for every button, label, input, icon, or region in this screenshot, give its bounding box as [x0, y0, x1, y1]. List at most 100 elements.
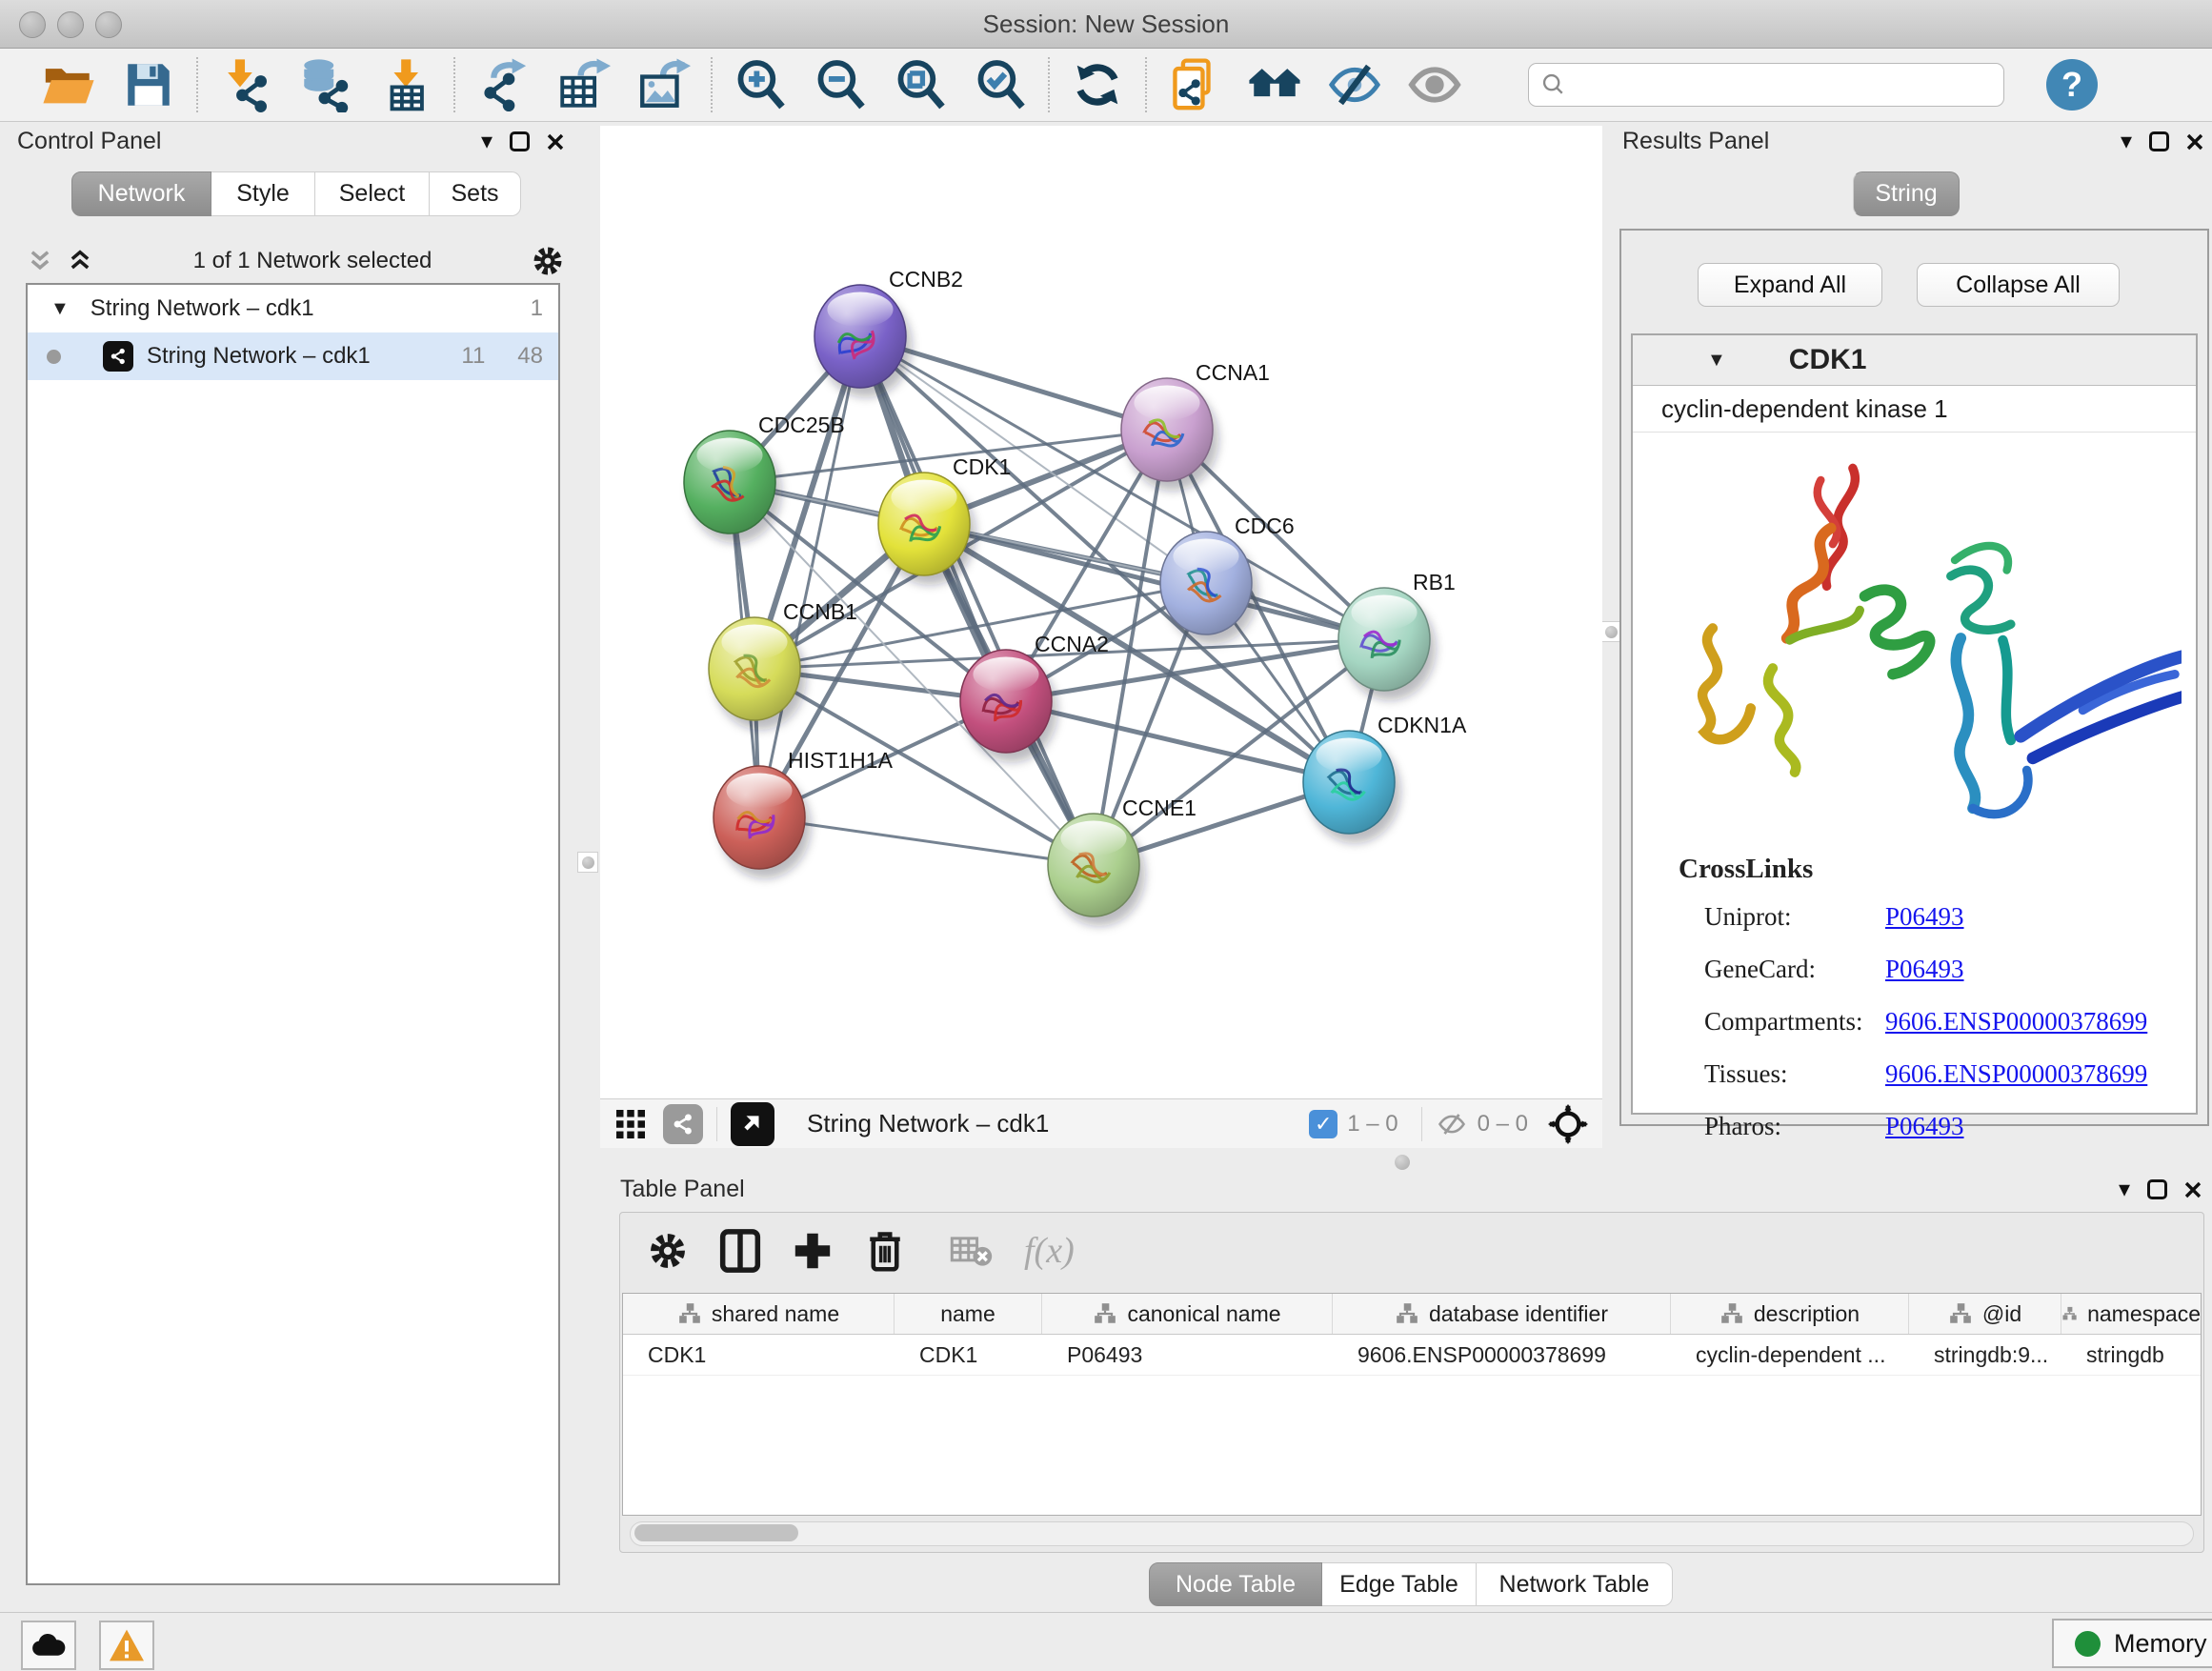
float-panel-icon[interactable]: [2149, 131, 2169, 151]
import-network-file-button[interactable]: [206, 53, 286, 116]
collection-expand-icon[interactable]: ▼: [50, 298, 70, 320]
warnings-button[interactable]: [99, 1621, 154, 1670]
column-header-database-identifier[interactable]: database identifier: [1333, 1294, 1671, 1334]
horizontal-scrollbar[interactable]: [630, 1521, 2194, 1546]
tab-network-table[interactable]: Network Table: [1477, 1562, 1673, 1606]
panel-menu-icon[interactable]: ▾: [481, 131, 493, 153]
selected-checkbox[interactable]: ✓: [1309, 1110, 1337, 1138]
expand-all-button[interactable]: Expand All: [1698, 263, 1882, 307]
node-ccna1[interactable]: [1121, 378, 1218, 491]
node-cdkn1a[interactable]: [1303, 731, 1400, 843]
panel-menu-icon[interactable]: ▾: [2119, 1178, 2130, 1201]
open-session-button[interactable]: [29, 53, 109, 116]
delete-table-button[interactable]: [940, 1220, 1001, 1281]
clone-network-button[interactable]: [1155, 53, 1235, 116]
tab-network[interactable]: Network: [71, 171, 211, 216]
search-input[interactable]: [1567, 70, 2003, 99]
crosslink-value[interactable]: P06493: [1885, 955, 1964, 984]
network-collection-row[interactable]: ▼ String Network – cdk1 1: [28, 285, 558, 332]
cloud-status-button[interactable]: [21, 1621, 76, 1670]
column-header-id[interactable]: @id: [1909, 1294, 2061, 1334]
column-header-name[interactable]: name: [895, 1294, 1042, 1334]
close-panel-icon[interactable]: [547, 133, 564, 151]
function-builder-button[interactable]: f(x): [1024, 1230, 1075, 1272]
birds-eye-view-button[interactable]: [731, 1102, 774, 1146]
column-header-canonical-name[interactable]: canonical name: [1042, 1294, 1333, 1334]
tab-sets[interactable]: Sets: [430, 171, 521, 216]
zoom-out-button[interactable]: [800, 53, 880, 116]
table-row[interactable]: CDK1 CDK1 P06493 9606.ENSP00000378699 cy…: [623, 1335, 2201, 1376]
export-table-button[interactable]: [543, 53, 623, 116]
node-cdc25b[interactable]: [684, 431, 781, 543]
close-panel-icon[interactable]: [2186, 133, 2203, 151]
cell-description[interactable]: cyclin-dependent ...: [1671, 1335, 1909, 1375]
edge[interactable]: [860, 336, 1094, 865]
node-rb1[interactable]: [1338, 588, 1436, 700]
network-options-gear-icon[interactable]: [532, 245, 564, 277]
export-network-button[interactable]: [463, 53, 543, 116]
node-hist1h1a[interactable]: [714, 766, 811, 878]
import-network-database-button[interactable]: [286, 53, 366, 116]
network-canvas[interactable]: CCNB2CCNA1CDC25BCDK1CDC6RB1CCNB1CCNA2CDK…: [600, 126, 1602, 1098]
column-header-shared-name[interactable]: shared name: [623, 1294, 895, 1334]
crosslink-value[interactable]: P06493: [1885, 902, 1964, 932]
node-cdc6[interactable]: [1160, 532, 1257, 644]
save-session-button[interactable]: [109, 53, 189, 116]
fit-selected-crosshair-icon[interactable]: [1547, 1103, 1589, 1145]
edge[interactable]: [924, 524, 1384, 639]
hide-selected-button[interactable]: [1315, 53, 1395, 116]
node-ccne1[interactable]: [1048, 814, 1145, 926]
node-ccna2[interactable]: [960, 650, 1057, 762]
tab-edge-table[interactable]: Edge Table: [1322, 1562, 1477, 1606]
memory-button[interactable]: Memory: [2052, 1619, 2212, 1668]
section-collapse-icon[interactable]: ▼: [1707, 350, 1726, 372]
zoom-selected-button[interactable]: [960, 53, 1040, 116]
export-image-button[interactable]: [623, 53, 703, 116]
left-splitter-handle[interactable]: [577, 852, 598, 873]
show-columns-button[interactable]: [710, 1220, 771, 1281]
node-ccnb2[interactable]: [814, 285, 912, 397]
float-panel-icon[interactable]: [510, 131, 530, 151]
tab-node-table[interactable]: Node Table: [1149, 1562, 1322, 1606]
tab-string[interactable]: String: [1853, 171, 1960, 216]
tab-select[interactable]: Select: [315, 171, 430, 216]
crosslink-value[interactable]: P06493: [1885, 1112, 1964, 1141]
table-settings-button[interactable]: [637, 1220, 698, 1281]
column-header-namespace[interactable]: namespace: [2061, 1294, 2201, 1334]
network-graph[interactable]: CCNB2CCNA1CDC25BCDK1CDC6RB1CCNB1CCNA2CDK…: [600, 126, 1602, 1098]
zoom-in-button[interactable]: [720, 53, 800, 116]
expand-all-chevron-icon[interactable]: [67, 249, 93, 273]
close-panel-icon[interactable]: [2184, 1181, 2202, 1198]
cell-name[interactable]: CDK1: [895, 1335, 1042, 1375]
crosslink-value[interactable]: 9606.ENSP00000378699: [1885, 1059, 2147, 1089]
collapse-all-chevron-icon[interactable]: [27, 249, 53, 273]
tab-style[interactable]: Style: [211, 171, 315, 216]
first-neighbors-button[interactable]: [1235, 53, 1315, 116]
bottom-splitter-handle[interactable]: [1395, 1155, 1410, 1170]
cell-canonical-name[interactable]: P06493: [1042, 1335, 1333, 1375]
network-row[interactable]: String Network – cdk1 11 48: [28, 332, 558, 380]
cdk1-section-header[interactable]: ▼ CDK1: [1633, 335, 2196, 386]
show-all-button[interactable]: [1395, 53, 1475, 116]
collapse-all-button[interactable]: Collapse All: [1917, 263, 2120, 307]
create-column-button[interactable]: [782, 1220, 843, 1281]
node-cdk1[interactable]: [878, 473, 975, 585]
float-panel-icon[interactable]: [2147, 1179, 2167, 1199]
crosslink-value[interactable]: 9606.ENSP00000378699: [1885, 1007, 2147, 1037]
edge[interactable]: [1006, 701, 1349, 782]
help-button[interactable]: ?: [2046, 59, 2098, 111]
delete-column-button[interactable]: [855, 1220, 915, 1281]
cell-database-identifier[interactable]: 9606.ENSP00000378699: [1333, 1335, 1671, 1375]
cell-shared-name[interactable]: CDK1: [623, 1335, 895, 1375]
cell-namespace[interactable]: stringdb: [2061, 1335, 2201, 1375]
panel-menu-icon[interactable]: ▾: [2121, 131, 2132, 153]
column-header-description[interactable]: description: [1671, 1294, 1909, 1334]
cell-id[interactable]: stringdb:9...: [1909, 1335, 2061, 1375]
fit-content-button[interactable]: [880, 53, 960, 116]
import-table-file-button[interactable]: [366, 53, 446, 116]
scrollbar-thumb[interactable]: [634, 1524, 798, 1541]
string-view-button[interactable]: [663, 1104, 703, 1144]
refresh-view-button[interactable]: [1057, 53, 1137, 116]
grid-mode-icon[interactable]: [613, 1107, 648, 1141]
edge[interactable]: [759, 336, 860, 817]
